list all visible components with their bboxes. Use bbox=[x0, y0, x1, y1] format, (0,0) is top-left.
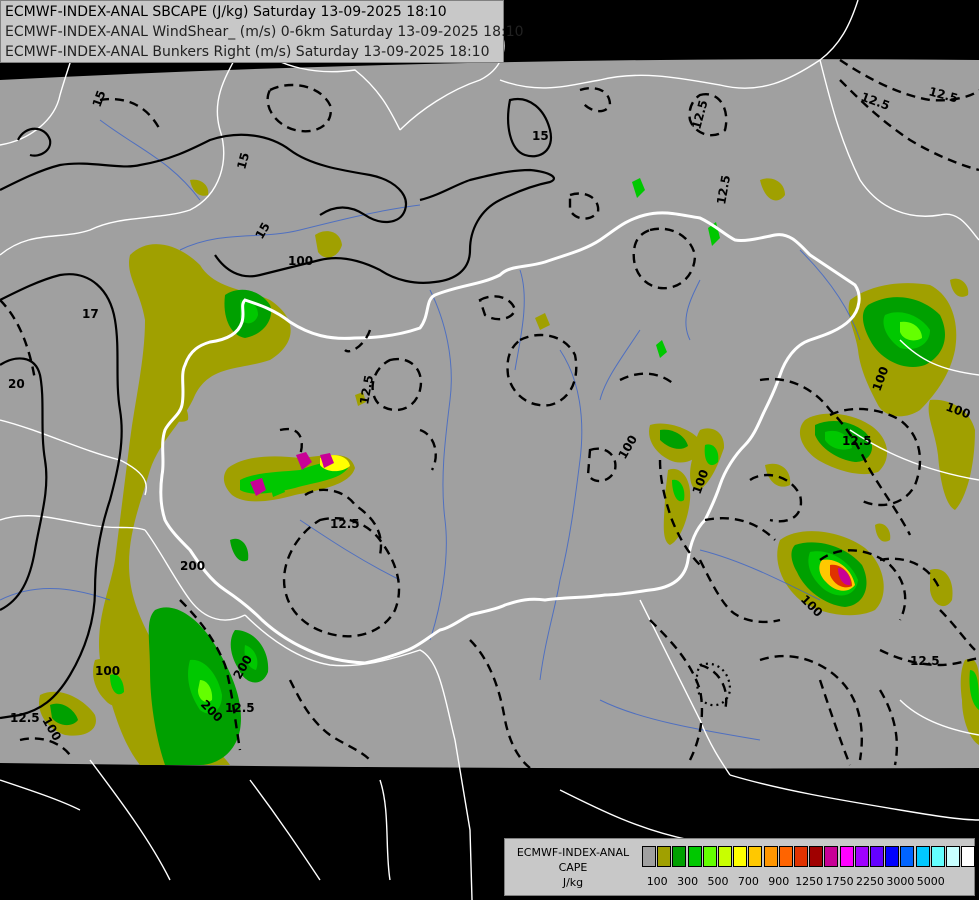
legend-swatch bbox=[672, 846, 687, 867]
legend-unit: J/kg bbox=[562, 876, 584, 889]
legend-swatch bbox=[733, 846, 748, 867]
legend-tick-label: 900 bbox=[768, 875, 790, 888]
legend-swatch bbox=[809, 846, 824, 867]
shear-label: 15 bbox=[532, 129, 549, 143]
legend-swatch bbox=[915, 846, 930, 867]
title-bunkers: ECMWF-INDEX-ANAL Bunkers Right (m/s) Sat… bbox=[5, 44, 490, 60]
legend-swatch bbox=[946, 846, 960, 867]
legend-swatch bbox=[961, 846, 976, 867]
legend-tick-label: 500 bbox=[707, 875, 729, 888]
legend-source: ECMWF-INDEX-ANAL bbox=[516, 846, 630, 859]
shear-label: 17 bbox=[82, 307, 99, 321]
legend-swatch bbox=[763, 846, 778, 867]
legend-swatch bbox=[687, 846, 702, 867]
shear-label: 12.5 bbox=[910, 654, 940, 668]
shear-label: 12.5 bbox=[10, 711, 40, 725]
legend-swatch bbox=[824, 846, 839, 867]
weather-map: 100 100 100 100 100 100 100 100 200 200 … bbox=[0, 0, 979, 900]
legend-swatch bbox=[702, 846, 717, 867]
legend-tick-label: 2250 bbox=[856, 875, 884, 888]
legend-swatch bbox=[718, 846, 732, 867]
legend-tick-label: 700 bbox=[737, 875, 759, 888]
cape-label: 100 bbox=[95, 664, 120, 678]
title-sbcape: ECMWF-INDEX-ANAL SBCAPE (J/kg) Saturday … bbox=[5, 4, 447, 20]
cape-label: 100 bbox=[288, 254, 313, 268]
legend-swatch bbox=[657, 846, 672, 867]
legend-swatch bbox=[839, 846, 854, 867]
shear-label: 20 bbox=[8, 377, 25, 391]
legend-swatch bbox=[794, 846, 808, 867]
map-title-box: ECMWF-INDEX-ANAL SBCAPE (J/kg) Saturday … bbox=[0, 0, 524, 63]
legend-swatch bbox=[854, 846, 869, 867]
legend-swatch bbox=[642, 846, 656, 867]
legend-tick-label: 1250 bbox=[795, 875, 824, 888]
legend-tick-label: 100 bbox=[646, 875, 668, 888]
legend-swatch bbox=[900, 846, 915, 867]
cape-label: 200 bbox=[180, 559, 205, 573]
legend-swatch bbox=[870, 846, 884, 867]
legend-swatch bbox=[778, 846, 793, 867]
shear-label: 12.5 bbox=[842, 434, 872, 448]
legend-swatch bbox=[748, 846, 763, 867]
legend-variable: CAPE bbox=[558, 861, 588, 874]
legend-tick-label: 300 bbox=[677, 875, 699, 888]
legend-swatch bbox=[885, 846, 900, 867]
legend-tick-label: 1750 bbox=[825, 875, 854, 888]
legend-tick-label: 3000 bbox=[886, 875, 915, 888]
title-windshear: ECMWF-INDEX-ANAL WindShear_ (m/s) 0-6km … bbox=[5, 24, 524, 40]
shear-label: 12.5 bbox=[225, 701, 255, 715]
legend-tick-label: 5000 bbox=[916, 875, 945, 888]
shear-label: 12.5 bbox=[330, 517, 360, 531]
legend-swatch bbox=[930, 846, 945, 867]
cape-legend: ECMWF-INDEX-ANAL CAPE J/kg 100 300 500 700 9… bbox=[504, 838, 976, 896]
